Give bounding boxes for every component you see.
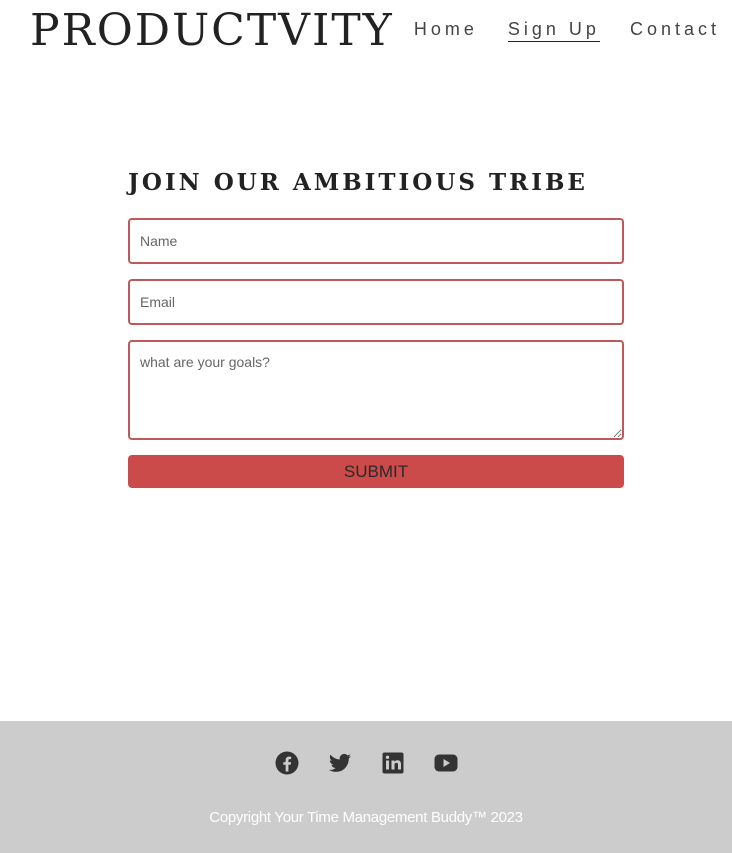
site-footer: Copyright Your Time Management Buddy™ 20… bbox=[0, 721, 732, 853]
email-input[interactable] bbox=[128, 279, 624, 325]
brand-logo[interactable]: PRODUCTVITY bbox=[30, 3, 394, 59]
youtube-icon[interactable] bbox=[434, 751, 458, 775]
social-links bbox=[0, 751, 732, 775]
name-input[interactable] bbox=[128, 218, 624, 264]
signup-section: JOIN OUR AMBITIOUS TRIBE SUBMIT bbox=[128, 168, 624, 488]
page: PRODUCTVITY Home Sign Up Contact JOIN OU… bbox=[0, 0, 732, 853]
nav-home[interactable]: Home bbox=[414, 18, 478, 42]
goals-textarea[interactable] bbox=[128, 340, 624, 440]
facebook-icon[interactable] bbox=[275, 751, 299, 775]
signup-form: SUBMIT bbox=[128, 218, 624, 488]
linkedin-icon[interactable] bbox=[381, 751, 405, 775]
site-header: PRODUCTVITY Home Sign Up Contact bbox=[0, 0, 732, 60]
copyright-text: Copyright Your Time Management Buddy™ 20… bbox=[209, 809, 523, 826]
form-title: JOIN OUR AMBITIOUS TRIBE bbox=[128, 169, 588, 196]
twitter-icon[interactable] bbox=[328, 751, 352, 775]
nav-contact[interactable]: Contact bbox=[630, 18, 720, 42]
submit-button[interactable]: SUBMIT bbox=[128, 455, 624, 488]
main-nav: Home Sign Up Contact bbox=[414, 18, 720, 42]
nav-sign-up[interactable]: Sign Up bbox=[507, 18, 600, 42]
